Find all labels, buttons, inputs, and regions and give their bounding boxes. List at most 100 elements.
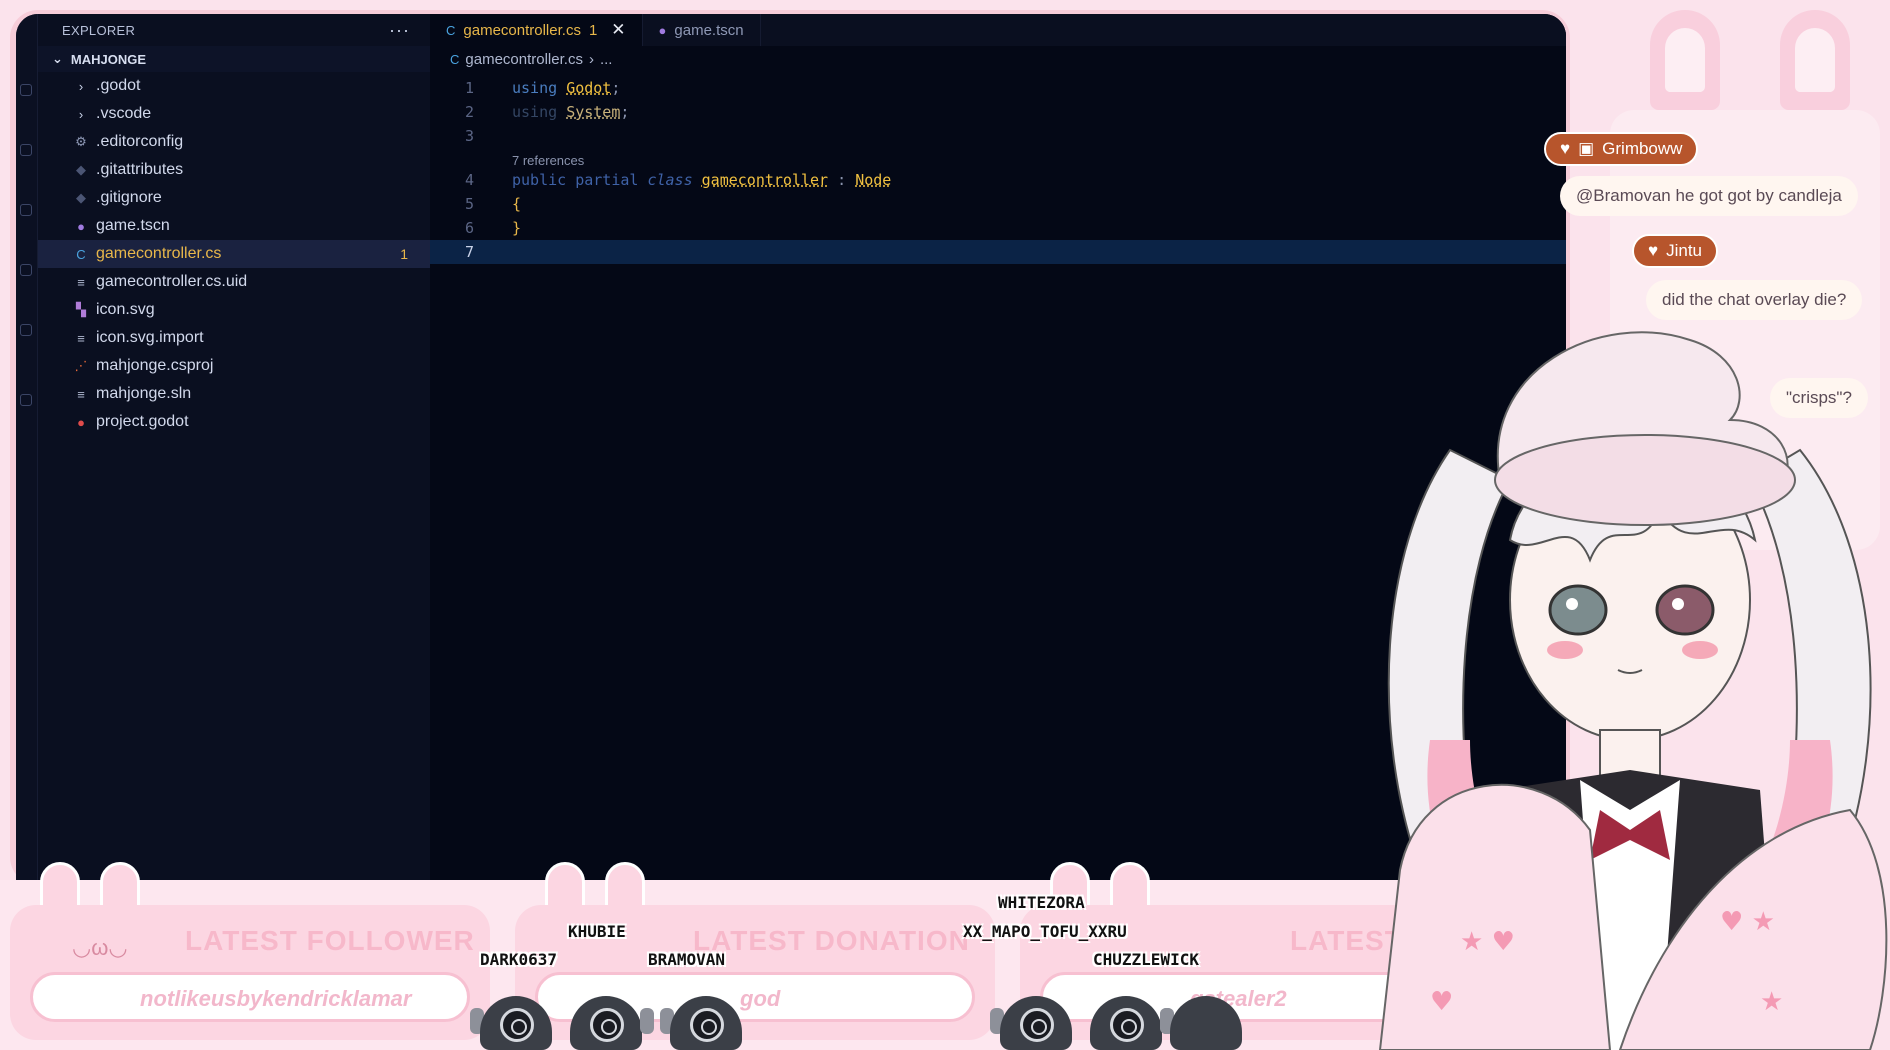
code-line: 4 public partial class gamecontroller : … [430, 168, 1566, 192]
file-tree-item[interactable]: ● project.godot [38, 408, 430, 436]
keyword: using [512, 103, 558, 121]
file-tree-item[interactable]: ⋰ mahjonge.csproj [38, 352, 430, 380]
search-activity-icon[interactable] [20, 144, 32, 156]
viewer-bot-avatar [1080, 990, 1174, 1050]
viewer-bot-avatar [560, 990, 654, 1050]
file-tree-label: game.tscn [96, 217, 170, 234]
line-number: 1 [464, 79, 474, 97]
bunny-ear-decoration [1650, 10, 1720, 110]
git-icon: ◆ [76, 162, 86, 177]
file-tree-item[interactable]: ◆ .gitattributes [38, 156, 430, 184]
code-editor[interactable]: 1 using Godot; 2 using System; 3 7 refer… [430, 76, 1566, 264]
image-icon: ▚ [76, 302, 86, 317]
keyword: class [647, 171, 693, 189]
chevron-down-icon: ⌄ [52, 51, 63, 66]
folder-name: MAHJONGE [70, 51, 147, 67]
csharp-icon: C [446, 22, 456, 38]
chevron-right-icon: › [78, 106, 84, 122]
explorer-title: EXPLORER [62, 22, 136, 38]
keyword: partial [575, 171, 639, 189]
file-tree-item[interactable]: › .vscode [38, 100, 430, 128]
viewer-bot-avatar [660, 990, 752, 1050]
svg-text:★: ★ [1760, 987, 1783, 1017]
activity-bar [16, 14, 38, 884]
code-line: 6 } [430, 216, 1566, 240]
line-number: 4 [464, 171, 474, 189]
file-tree-label: gamecontroller.cs.uid [96, 273, 248, 290]
code-line: 5 { [430, 192, 1566, 216]
godot-scene-icon: ● [77, 218, 85, 234]
explorer-activity-icon[interactable] [20, 84, 32, 96]
svg-text:♥: ♥ [1430, 987, 1453, 1017]
codelens-references[interactable]: 7 references [430, 148, 1566, 168]
file-tree-item[interactable]: ⚙ .editorconfig [38, 128, 430, 156]
text-file-icon: ≡ [77, 274, 85, 290]
rss-icon: ⋰ [74, 358, 88, 373]
viewer-name: XX_MAPO_TOFU_XXRU [963, 922, 1127, 941]
file-tree-item[interactable]: ≡ gamecontroller.cs.uid [38, 268, 430, 296]
breadcrumb-rest[interactable]: ... [600, 51, 613, 68]
file-tree-item[interactable]: ≡ mahjonge.sln [38, 380, 430, 408]
file-tree-label: mahjonge.sln [96, 385, 192, 402]
remote-activity-icon[interactable] [20, 394, 32, 406]
viewer-name: KHUBIE [568, 922, 626, 941]
file-tree-item[interactable]: ▚ icon.svg [38, 296, 430, 324]
close-icon[interactable]: ✕ [611, 20, 625, 40]
run-activity-icon[interactable] [20, 264, 32, 276]
csharp-icon: C [76, 246, 86, 262]
base-class: Node [855, 171, 892, 189]
git-icon: ◆ [76, 190, 86, 205]
viewer-bot-avatar [470, 990, 562, 1050]
bunny-face-icon: ◡ω◡ [72, 935, 128, 960]
breadcrumb-separator: › [588, 50, 594, 68]
tab-badge: 1 [588, 21, 598, 39]
file-tree-label: .gitignore [96, 189, 162, 206]
file-tree-label: icon.svg.import [96, 329, 204, 346]
file-tree-item[interactable]: › .godot [38, 72, 430, 100]
breadcrumb-file[interactable]: gamecontroller.cs [465, 51, 583, 68]
keyword: public [512, 171, 567, 189]
editor-tabs: C gamecontroller.cs 1 ✕ ● game.tscn [430, 14, 1566, 46]
svg-text:★ ♥: ★ ♥ [1460, 927, 1515, 957]
file-tree-label: .gitattributes [96, 161, 184, 178]
chat-username-label: Grimboww [1602, 139, 1683, 158]
file-tree-item[interactable]: ≡ icon.svg.import [38, 324, 430, 352]
breadcrumb: C gamecontroller.cs › ... [430, 46, 1566, 72]
code-line: 2 using System; [430, 100, 1566, 124]
extensions-activity-icon[interactable] [20, 324, 32, 336]
file-tree-label: mahjonge.csproj [96, 357, 214, 374]
line-number: 5 [464, 195, 474, 213]
gear-icon: ⚙ [75, 134, 87, 149]
latest-follower-value: notlikeusbykendricklamar [140, 986, 412, 1011]
line-number: 3 [464, 127, 474, 145]
close-brace: } [512, 219, 522, 237]
more-actions-icon[interactable]: ··· [389, 20, 410, 41]
file-tree-label: .godot [96, 77, 141, 94]
current-code-line: 7 [430, 240, 1566, 264]
vtuber-avatar: ★ ♥ ♥ ★ ★ ♥ [1378, 331, 1888, 1050]
file-tree-label: icon.svg [96, 301, 155, 318]
punctuation: : [837, 171, 847, 189]
badge-icon: ▣ [1578, 139, 1595, 158]
svg-text:♥ ★: ♥ ★ [1720, 907, 1775, 937]
latest-donation-title: LATEST DONATION [693, 925, 970, 956]
file-tree-item[interactable]: Cgamecontroller.cs 1 [38, 240, 430, 268]
explorer-header: EXPLORER ··· [38, 14, 430, 46]
viewer-name: WHITEZORA [998, 893, 1085, 912]
file-tree-item[interactable]: ◆ .gitignore [38, 184, 430, 212]
text-file-icon: ≡ [77, 330, 85, 346]
file-tree-item[interactable]: ● game.tscn [38, 212, 430, 240]
tab-gamecontroller-cs[interactable]: C gamecontroller.cs 1 ✕ [430, 14, 643, 46]
vscode-window: EXPLORER ··· ⌄ MAHJONGE › .godot › .vscode ⚙… [16, 14, 1566, 884]
csharp-icon: C [450, 51, 460, 67]
folder-header[interactable]: ⌄ MAHJONGE [38, 46, 430, 72]
viewer-name: CHUZZLEWICK [1093, 950, 1199, 969]
tab-game-tscn[interactable]: ● game.tscn [643, 14, 761, 46]
problem-count-badge: 1 [400, 246, 408, 262]
source-control-activity-icon[interactable] [20, 204, 32, 216]
bunny-ear-decoration [1780, 10, 1850, 110]
chevron-right-icon: › [78, 78, 84, 94]
chat-username-label: Jintu [1666, 241, 1703, 260]
chat-message: @Bramovan he got got by candleja [1560, 176, 1858, 216]
code-line: 3 [430, 124, 1566, 148]
